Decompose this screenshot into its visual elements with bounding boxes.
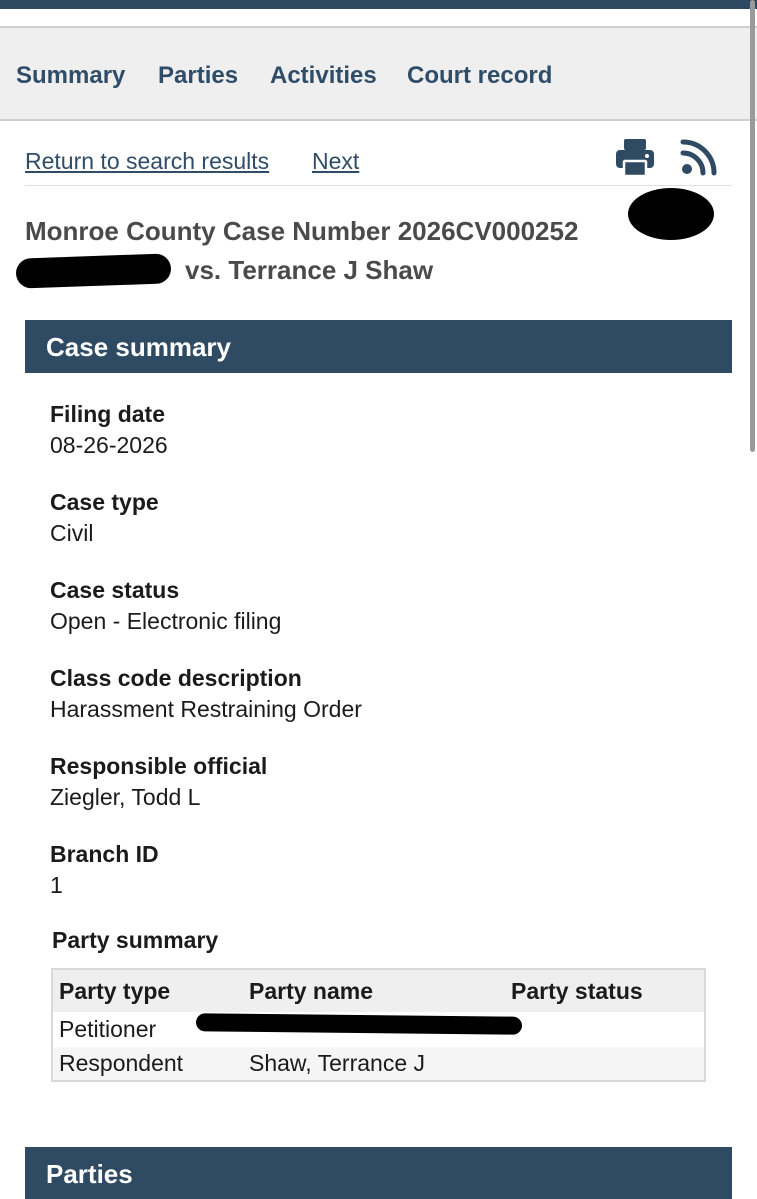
parties-section-header: Parties [25,1147,732,1199]
case-status-label: Case status [50,577,180,603]
filing-date-label: Filing date [50,401,165,427]
return-to-search-results-link[interactable]: Return to search results [25,148,269,175]
tab-summary[interactable]: Summary [16,62,125,90]
party-type-cell: Petitioner [59,1016,157,1042]
column-header-party-type: Party type [59,978,171,1004]
branch-id-label: Branch ID [50,841,159,867]
case-status-value: Open - Electronic filing [50,608,282,634]
party-summary-heading: Party summary [52,927,219,953]
case-type-value: Civil [50,520,94,546]
column-header-party-name: Party name [249,978,374,1004]
next-link[interactable]: Next [312,148,359,175]
case-title-line-1: Monroe County Case Number 2026CV000252 [25,216,579,246]
redaction-mark [195,1013,523,1035]
filing-date-value: 08-26-2026 [50,432,168,458]
table-header-row: Party type Party name Party status [53,970,704,1012]
tab-parties[interactable]: Parties [158,62,238,90]
responsible-official-value: Ziegler, Todd L [50,784,201,810]
table-row: Respondent Shaw, Terrance J [53,1047,704,1080]
divider [25,185,732,186]
tab-court-record[interactable]: Court record [407,62,552,90]
column-header-party-status: Party status [511,978,643,1004]
rss-icon[interactable] [680,138,718,176]
print-icon[interactable] [614,137,656,179]
branch-id-value: 1 [50,872,63,898]
responsible-official-label: Responsible official [50,753,268,779]
case-summary-header: Case summary [25,320,732,373]
scrollbar-thumb[interactable] [750,0,755,452]
redaction-mark [628,188,714,240]
party-name-cell: Shaw, Terrance J [249,1050,426,1076]
redaction-mark [15,253,172,289]
top-bar [0,0,757,9]
class-code-value: Harassment Restraining Order [50,696,362,722]
tab-activities[interactable]: Activities [270,62,377,90]
case-nav-tabs: Summary Parties Activities Court record [0,26,757,121]
page-scrollbar[interactable] [749,0,757,1199]
party-type-cell: Respondent [59,1050,184,1076]
class-code-label: Class code description [50,665,302,691]
case-type-label: Case type [50,489,159,515]
